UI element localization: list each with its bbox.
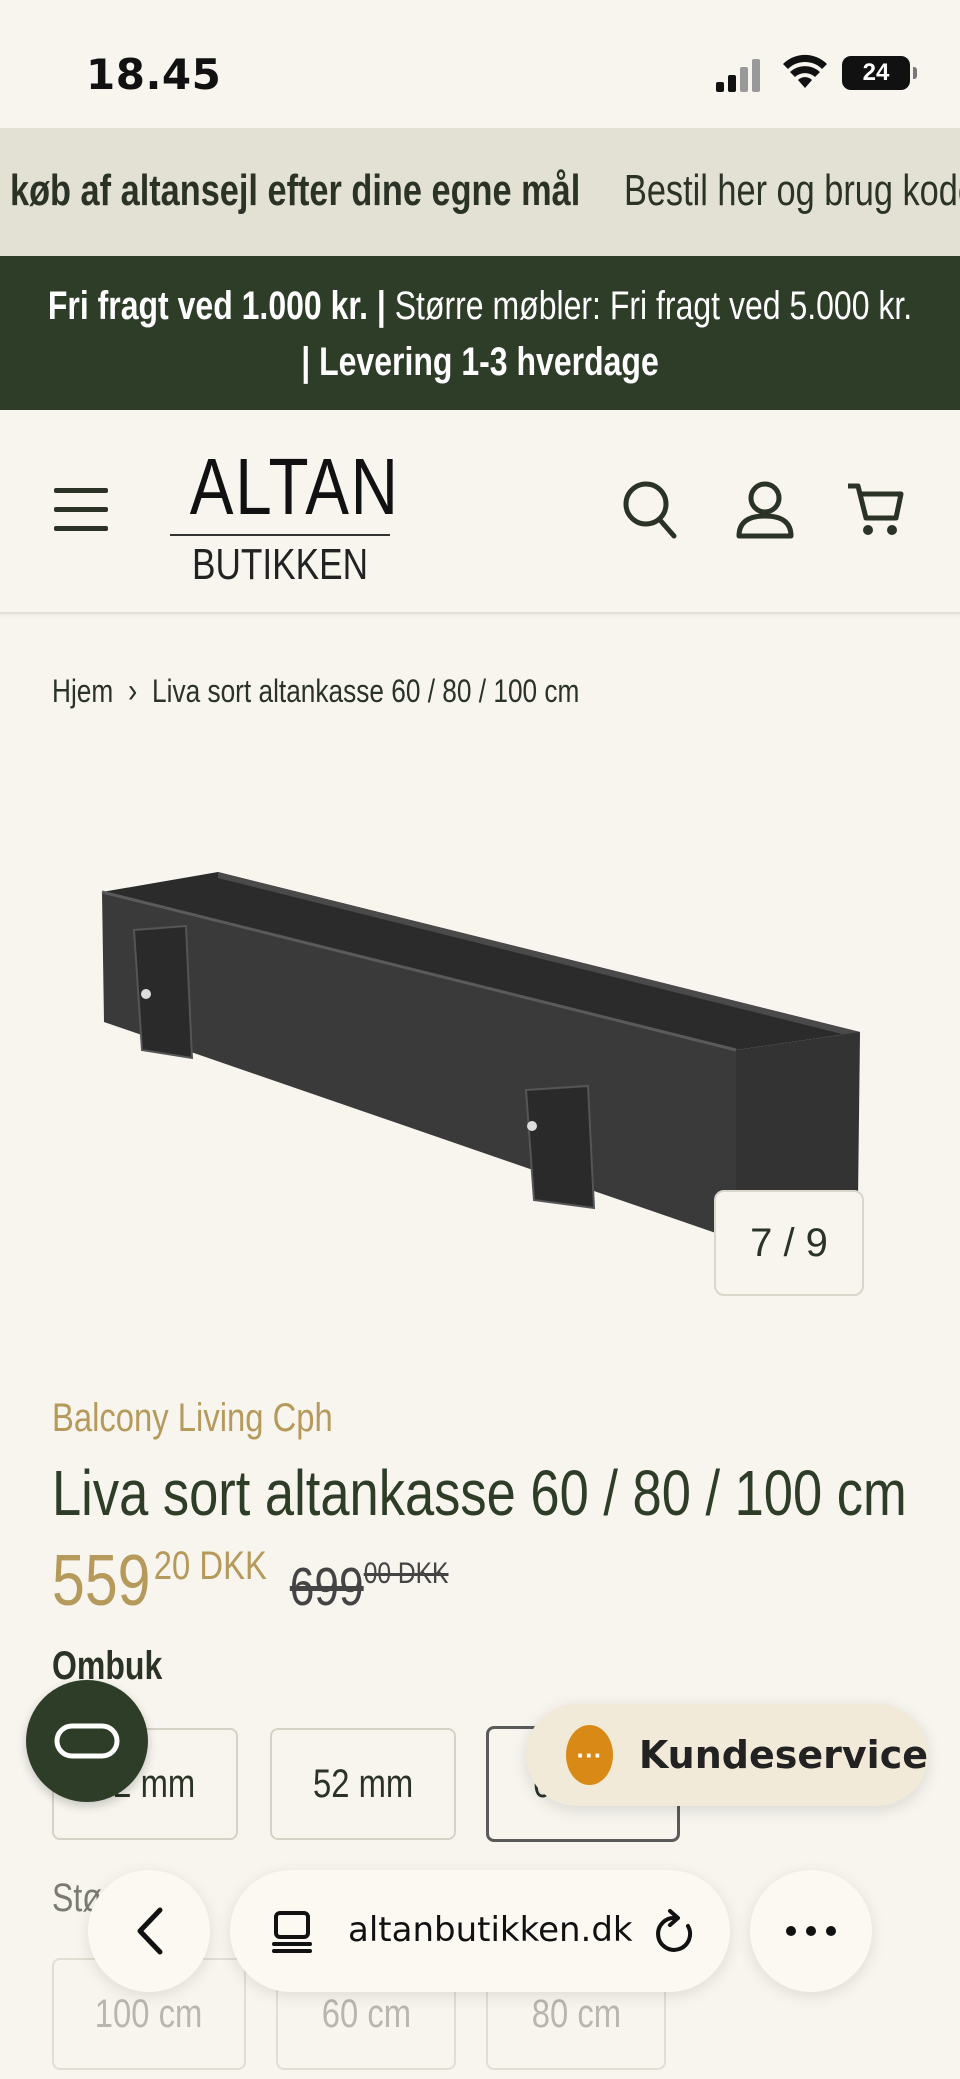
announcement-text: køb af altansejl efter dine egne mål — [10, 166, 581, 215]
breadcrumb-current: Liva sort altankasse 60 / 80 / 100 cm — [152, 673, 580, 709]
battery-icon: 24 — [842, 56, 917, 90]
browser-address-bar[interactable]: altanbutikken.dk — [230, 1870, 730, 1992]
browser-url: altanbutikken.dk — [348, 1910, 633, 1950]
product-vendor[interactable]: Balcony Living Cph — [52, 1396, 333, 1441]
browser-more-button[interactable] — [750, 1870, 872, 1992]
search-icon[interactable] — [622, 480, 678, 540]
customer-service-label: Kundeservice — [638, 1733, 928, 1777]
gallery-counter: 7 / 9 — [714, 1190, 864, 1296]
size-option-label: 80 cm — [531, 1991, 621, 2036]
cellular-signal-icon — [716, 59, 760, 92]
announcement-text-next: Bestil her og brug kode — [623, 166, 960, 215]
logo-bottom-text: BUTIKKEN — [192, 540, 369, 589]
breadcrumb: Hjem › Liva sort altankasse 60 / 80 / 100 … — [52, 672, 579, 711]
old-price-main: 699 — [289, 1557, 364, 1617]
chat-bubble-icon: ··· — [566, 1725, 613, 1785]
logo-top-text: ALTAN — [189, 442, 400, 531]
status-time: 18.45 — [86, 50, 222, 99]
menu-icon[interactable] — [54, 488, 108, 532]
customer-service-button[interactable]: ··· Kundeservice — [526, 1704, 928, 1806]
status-bar: 18.45 24 — [0, 0, 960, 128]
shipping-banner: Fri fragt ved 1.000 kr. | Større møbler:… — [0, 256, 960, 410]
shipping-delivery-text: | Levering 1-3 hverdage — [301, 340, 659, 384]
chevron-right-icon: › — [127, 672, 138, 710]
shipping-large-items-text: Større møbler: Fri fragt ved 5.000 kr. — [385, 284, 913, 328]
chevron-left-icon — [137, 1907, 163, 1955]
price-main: 559 — [52, 1541, 151, 1621]
shipping-free-text: Fri fragt ved 1.000 kr. | — [47, 284, 386, 328]
size-option-label: 100 cm — [95, 1991, 203, 2036]
account-icon[interactable] — [736, 480, 794, 540]
price-cents: 20 DKK — [153, 1544, 267, 1588]
loop-icon — [54, 1723, 120, 1759]
product-price: 55920 DKK 69900 DKK — [52, 1540, 448, 1622]
loyalty-widget-button[interactable] — [26, 1680, 148, 1802]
ombuk-option-label: 52 mm — [312, 1761, 414, 1806]
page-menu-icon[interactable] — [270, 1910, 314, 1954]
breadcrumb-home[interactable]: Hjem — [52, 673, 113, 709]
more-dots-icon — [786, 1926, 836, 1936]
ombuk-option-52[interactable]: 52 mm — [270, 1728, 456, 1840]
announcement-bar[interactable]: køb af altansejl efter dine egne mål Best… — [0, 128, 960, 256]
browser-back-button[interactable] — [88, 1870, 210, 1992]
product-title: Liva sort altankasse 60 / 80 / 100 cm — [52, 1457, 907, 1529]
old-price-cents: 00 DKK — [363, 1557, 449, 1590]
reload-icon[interactable] — [652, 1908, 698, 1956]
site-header: ALTAN BUTIKKEN — [0, 410, 960, 614]
site-logo[interactable]: ALTAN BUTIKKEN — [170, 442, 400, 589]
size-option-label: 60 cm — [321, 1991, 411, 2036]
wifi-icon — [783, 54, 827, 88]
cart-icon[interactable] — [846, 480, 904, 540]
